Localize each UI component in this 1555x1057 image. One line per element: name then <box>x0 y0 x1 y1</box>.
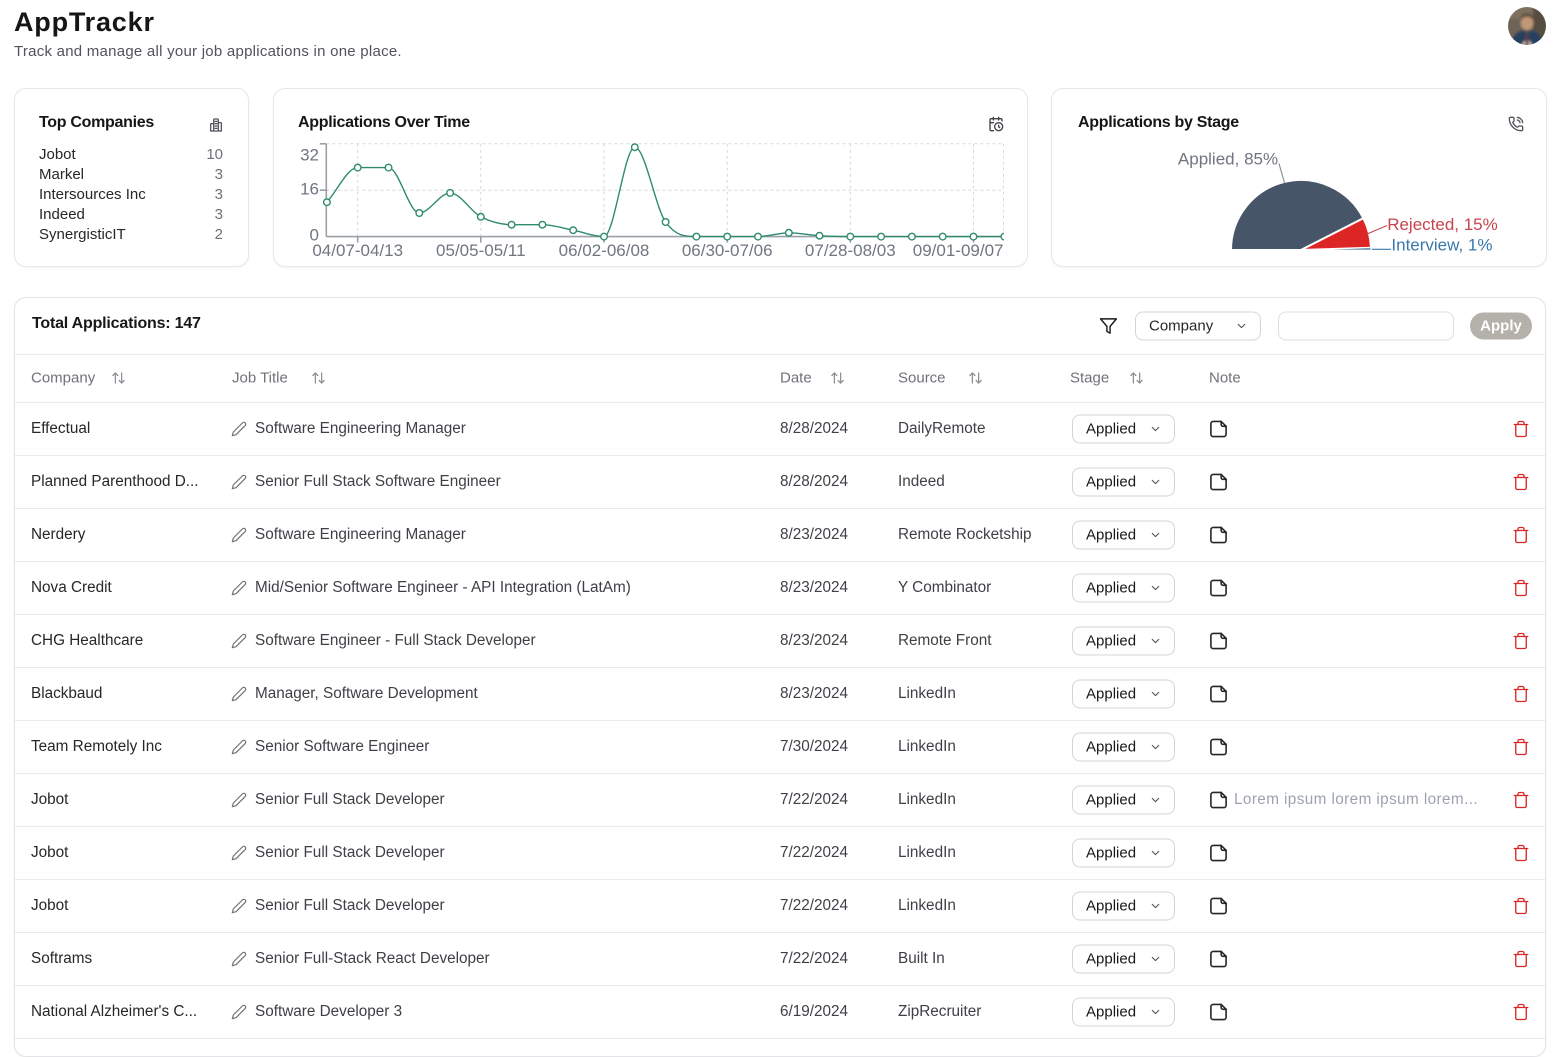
svg-text:06/02-06/08: 06/02-06/08 <box>559 241 650 260</box>
svg-text:16: 16 <box>300 179 319 198</box>
svg-text:05/05-05/11: 05/05-05/11 <box>436 241 525 260</box>
svg-text:06/30-07/06: 06/30-07/06 <box>682 241 773 260</box>
svg-text:09/01-09/07: 09/01-09/07 <box>913 241 1004 260</box>
svg-text:07/28-08/03: 07/28-08/03 <box>805 241 896 260</box>
svg-text:32: 32 <box>300 145 319 164</box>
svg-text:04/07-04/13: 04/07-04/13 <box>312 241 403 260</box>
svg-text:Interview, 1%: Interview, 1% <box>1391 235 1492 254</box>
svg-text:0: 0 <box>310 225 319 244</box>
svg-text:Rejected, 15%: Rejected, 15% <box>1387 215 1498 234</box>
svg-text:Applied, 85%: Applied, 85% <box>1178 149 1278 168</box>
